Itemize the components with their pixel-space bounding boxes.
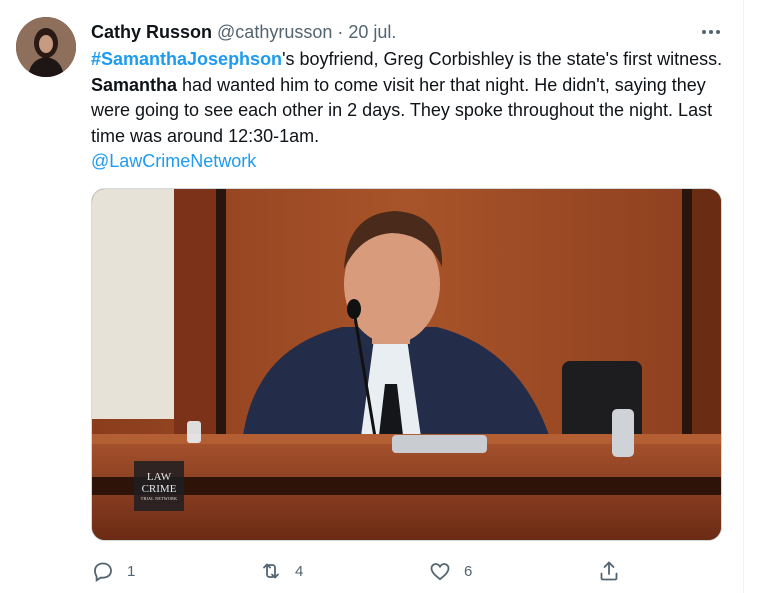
watermark-sub: TRIAL NETWORK: [140, 495, 178, 501]
tweet-text-part2: had wanted him to come visit her that ni…: [91, 74, 713, 146]
tweet-date[interactable]: 20 jul.: [348, 22, 396, 43]
author-handle[interactable]: @cathyrusson: [217, 22, 332, 43]
share-icon: [600, 561, 618, 581]
more-icon[interactable]: [696, 20, 726, 44]
separator-dot: ·: [337, 21, 344, 42]
tweet-actions: 1 4 6: [91, 557, 631, 585]
reply-count: 1: [127, 562, 136, 580]
like-count: 6: [464, 562, 473, 580]
author-name[interactable]: Cathy Russon: [91, 22, 212, 43]
watermark: LAW CRIME TRIAL NETWORK: [134, 461, 184, 511]
tweet-media-image[interactable]: LAW CRIME TRIAL NETWORK: [91, 188, 722, 541]
share-button[interactable]: [597, 557, 621, 585]
reply-button[interactable]: 1: [91, 557, 135, 585]
like-button[interactable]: 6: [428, 557, 472, 585]
reply-icon: [94, 562, 112, 582]
watermark-crime: CRIME: [141, 482, 177, 495]
avatar[interactable]: [16, 17, 76, 77]
tweet-header: Cathy Russon @cathyrusson · 20 jul.: [91, 20, 396, 44]
tweet-text: #SamanthaJosephson's boyfriend, Greg Cor…: [91, 47, 731, 175]
retweet-icon: [263, 563, 279, 579]
tweet-text-bold: Samantha: [91, 74, 178, 95]
column-divider: [743, 0, 744, 593]
heart-icon: [430, 563, 450, 581]
tweet-text-part1: 's boyfriend, Greg Corbishley is the sta…: [282, 49, 733, 69]
tweet-card[interactable]: Cathy Russon @cathyrusson · 20 jul. #Sam…: [0, 0, 743, 593]
watermark-law: LAW: [146, 470, 172, 483]
mention-link[interactable]: @LawCrimeNetwork: [91, 151, 256, 171]
retweet-count: 4: [295, 562, 304, 580]
hashtag-link[interactable]: #SamanthaJosephson: [91, 49, 282, 69]
retweet-button[interactable]: 4: [259, 557, 303, 585]
